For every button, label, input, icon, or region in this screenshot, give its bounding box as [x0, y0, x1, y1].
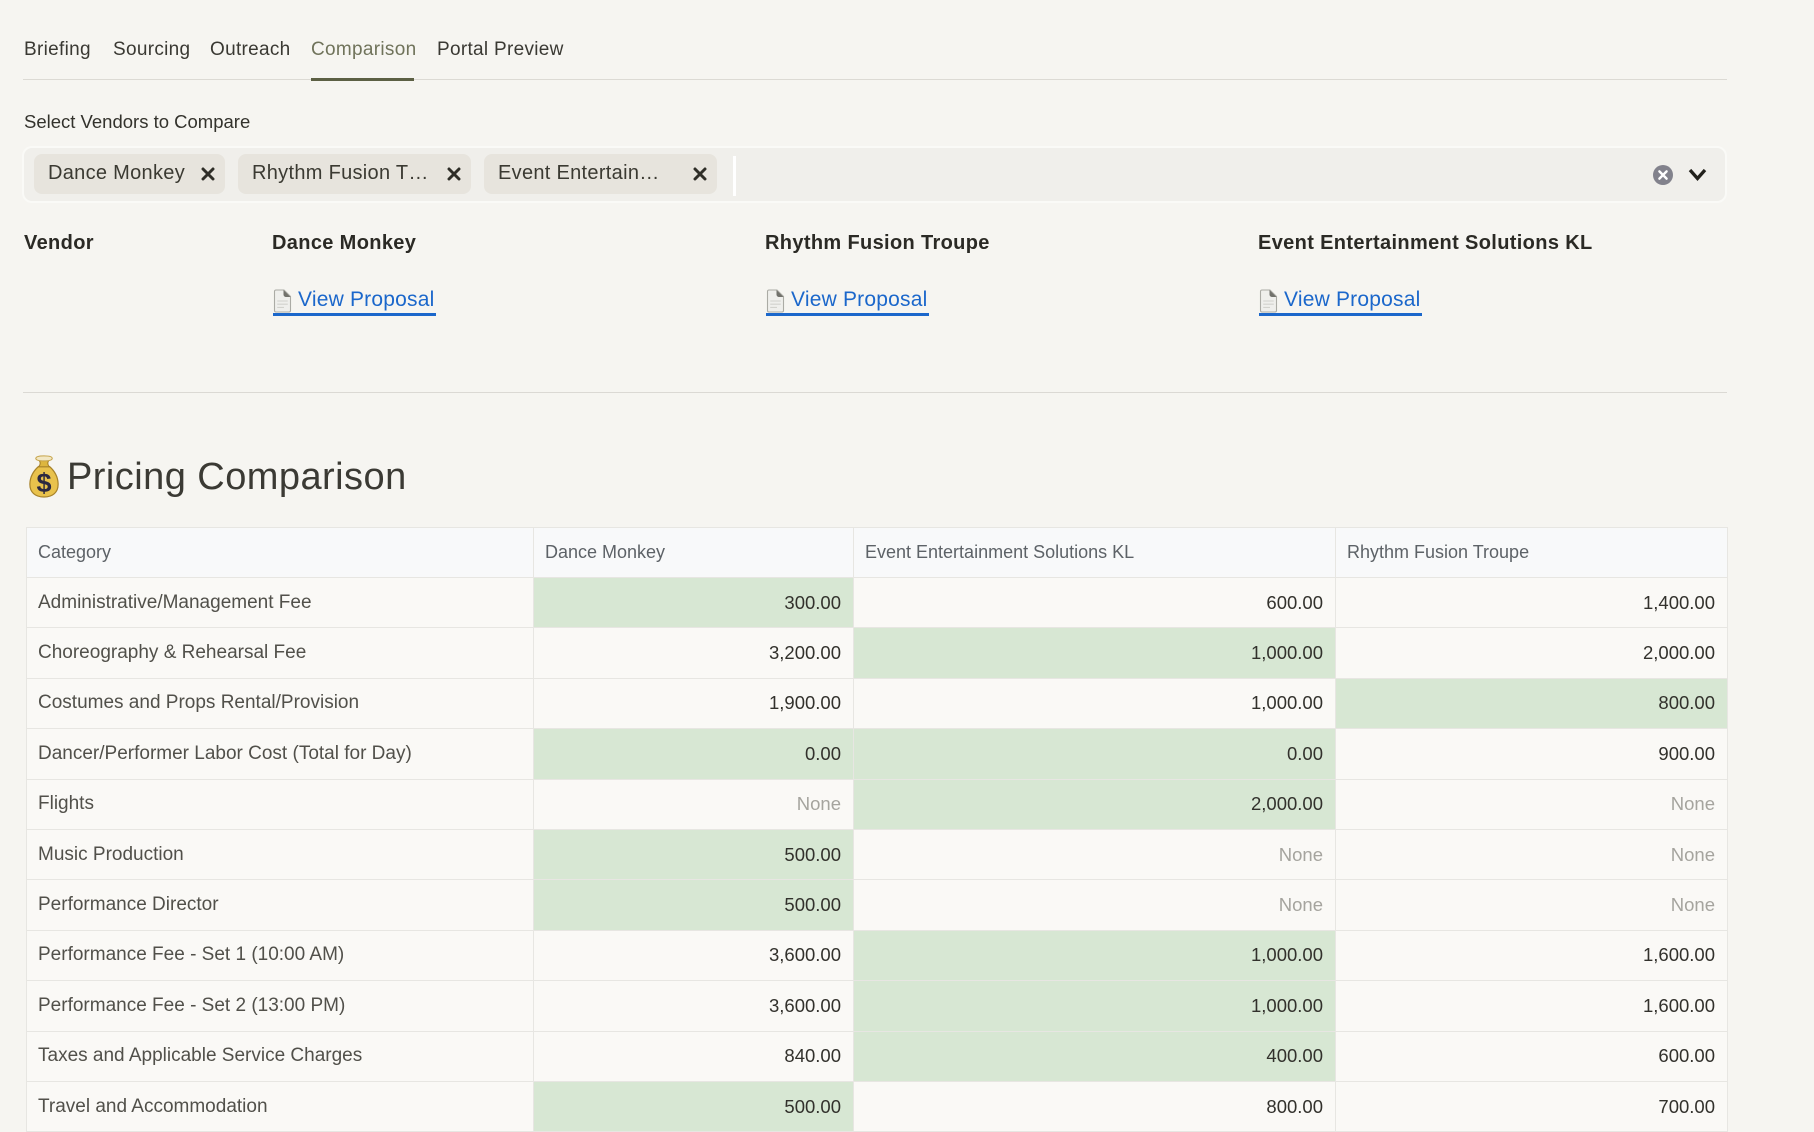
svg-text:$: $ [36, 468, 51, 498]
